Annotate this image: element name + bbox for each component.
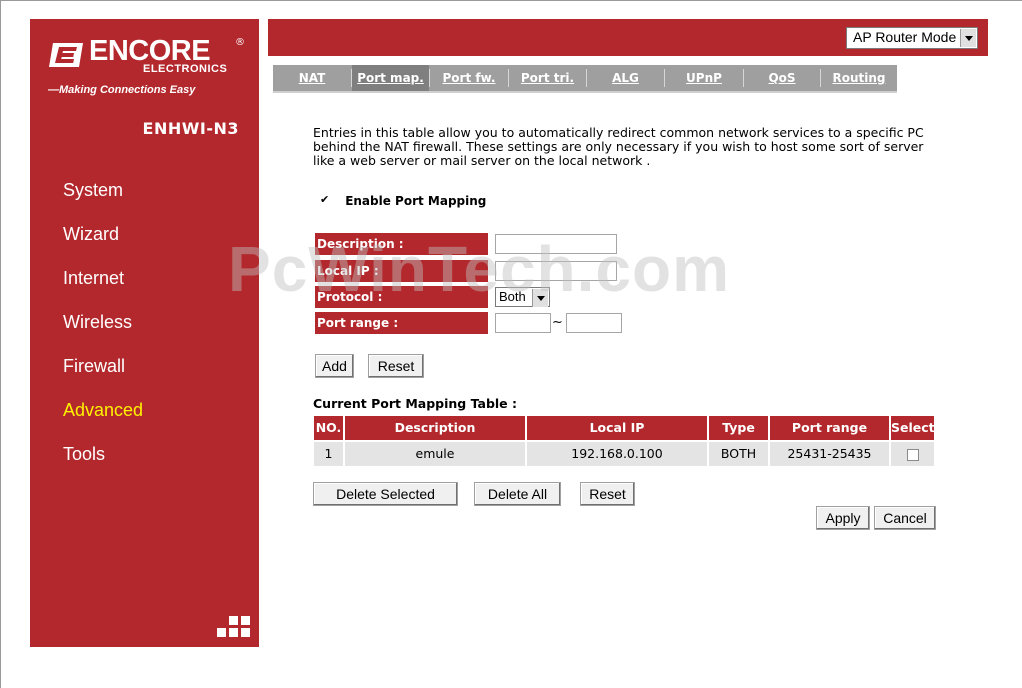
brand-tagline: —Making Connections Easy <box>48 84 196 96</box>
column-header-local-ip: Local IP <box>527 416 707 440</box>
mapping-table-title: Current Port Mapping Table : <box>313 396 518 411</box>
sidebar-item-wireless[interactable]: Wireless <box>30 301 259 345</box>
sidebar-nav: System Wizard Internet Wireless Firewall… <box>30 169 259 477</box>
description-input[interactable] <box>495 234 617 254</box>
row-select-checkbox[interactable] <box>906 448 919 461</box>
reset-form-button[interactable]: Reset <box>368 354 424 378</box>
cell-select <box>891 442 934 466</box>
sidebar-item-tools[interactable]: Tools <box>30 433 259 477</box>
window-border-left <box>0 0 1 688</box>
cancel-button[interactable]: Cancel <box>874 506 936 530</box>
column-header-no: NO. <box>314 416 343 440</box>
delete-all-button[interactable]: Delete All <box>474 482 561 506</box>
column-header-type: Type <box>709 416 768 440</box>
grid-icon <box>217 616 250 638</box>
local-ip-label: Local IP : <box>315 260 488 282</box>
sidebar-item-advanced[interactable]: Advanced <box>30 389 259 433</box>
reset-table-button[interactable]: Reset <box>580 482 635 506</box>
cell-type: BOTH <box>709 442 768 466</box>
local-ip-input[interactable] <box>495 261 617 281</box>
tab-routing[interactable]: Routing <box>821 65 897 91</box>
cell-no: 1 <box>314 442 343 466</box>
tab-port-map[interactable]: Port map. <box>352 65 429 91</box>
sidebar-item-wizard[interactable]: Wizard <box>30 213 259 257</box>
tab-nat[interactable]: NAT <box>273 65 351 91</box>
description-label: Description : <box>315 233 488 255</box>
brand-logo: ENCORE ® ELECTRONICS <box>49 35 245 75</box>
column-header-port-range: Port range <box>770 416 889 440</box>
tab-port-tri[interactable]: Port tri. <box>509 65 586 91</box>
sidebar-item-firewall[interactable]: Firewall <box>30 345 259 389</box>
tab-alg[interactable]: ALG <box>587 65 664 91</box>
logo-subtitle: ELECTRONICS <box>143 63 228 75</box>
encore-emblem-icon <box>49 43 83 67</box>
sidebar-item-internet[interactable]: Internet <box>30 257 259 301</box>
page-description: Entries in this table allow you to autom… <box>313 125 924 168</box>
port-range-separator: ~ <box>552 315 563 330</box>
device-model: ENHWI-N3 <box>142 119 239 138</box>
port-range-end-input[interactable] <box>566 313 622 333</box>
chevron-down-icon[interactable] <box>960 29 976 47</box>
operation-mode-value: AP Router Mode <box>853 29 957 45</box>
chevron-down-icon[interactable] <box>532 289 548 307</box>
port-range-label: Port range : <box>315 312 488 334</box>
cell-port-range: 25431-25435 <box>770 442 889 466</box>
cell-description: emule <box>345 442 525 466</box>
column-header-select: Select <box>891 416 935 440</box>
port-range-start-input[interactable] <box>495 313 551 333</box>
logo-wordmark: ENCORE <box>89 35 211 67</box>
delete-selected-button[interactable]: Delete Selected <box>313 482 458 506</box>
add-button[interactable]: Add <box>315 354 354 378</box>
tab-port-fw[interactable]: Port fw. <box>430 65 508 91</box>
operation-mode-select[interactable]: AP Router Mode <box>846 27 978 49</box>
cell-local-ip: 192.168.0.100 <box>527 442 707 466</box>
protocol-label: Protocol : <box>315 286 488 308</box>
tab-upnp[interactable]: UPnP <box>665 65 743 91</box>
sidebar: ENCORE ® ELECTRONICS —Making Connections… <box>30 19 259 647</box>
tab-bar: NAT Port map. Port fw. Port tri. ALG UPn… <box>273 65 897 93</box>
tab-qos[interactable]: QoS <box>744 65 820 91</box>
enable-port-mapping-checkbox[interactable] <box>320 193 332 208</box>
column-header-description: Description <box>345 416 525 440</box>
window-border-top <box>0 0 1022 1</box>
protocol-select[interactable]: Both <box>495 287 550 307</box>
sidebar-item-system[interactable]: System <box>30 169 259 213</box>
protocol-value: Both <box>499 289 526 304</box>
apply-button[interactable]: Apply <box>816 506 870 530</box>
enable-port-mapping-row: Enable Port Mapping <box>320 193 487 209</box>
enable-port-mapping-label: Enable Port Mapping <box>345 194 487 208</box>
registered-mark: ® <box>235 37 245 48</box>
